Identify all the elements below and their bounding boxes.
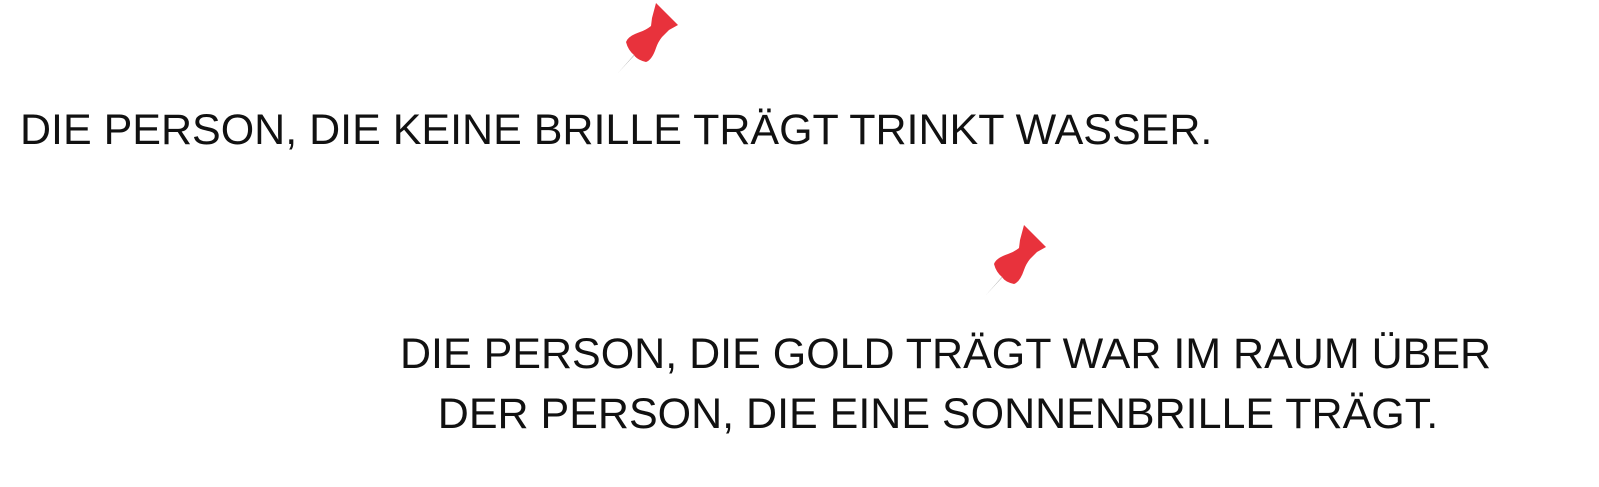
- pushpin-icon: [980, 222, 1050, 298]
- clue-text: DIE PERSON, DIE GOLD TRÄGT WAR IM RAUM Ü…: [400, 324, 1492, 444]
- clue-line: DIE PERSON, DIE KEINE BRILLE TRÄGT TRINK…: [20, 106, 1213, 154]
- clue-line: DIE PERSON, DIE GOLD TRÄGT WAR IM RAUM Ü…: [400, 330, 1492, 378]
- pushpin-icon: [612, 0, 682, 76]
- clue-line: DER PERSON, DIE EINE SONNENBRILLE TRÄGT.: [437, 390, 1439, 438]
- clue-text: DIE PERSON, DIE KEINE BRILLE TRÄGT TRINK…: [20, 100, 1212, 160]
